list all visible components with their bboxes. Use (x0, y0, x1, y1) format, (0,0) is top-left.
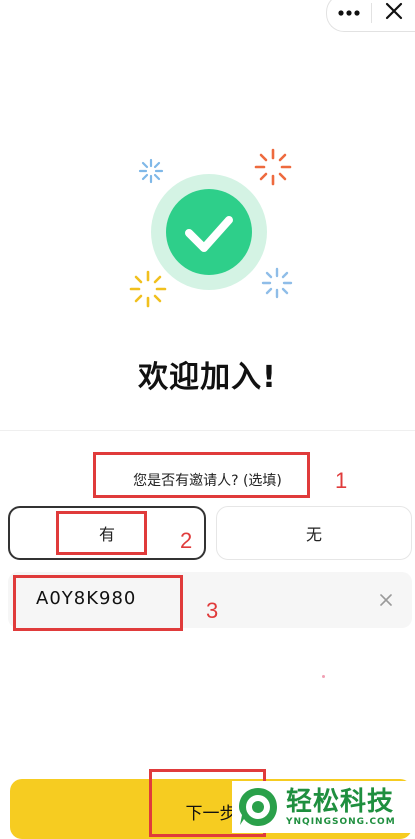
annotation-box-2 (56, 511, 147, 555)
site-watermark: 轻松科技 YNQINGSONG.COM (232, 781, 415, 833)
welcome-title: 欢迎加入! (138, 360, 277, 395)
watermark-text: 轻松科技 (286, 787, 395, 817)
sparkle-icon (129, 270, 167, 308)
sparkle-icon (254, 148, 292, 186)
annotation-number-3: 3 (206, 598, 219, 623)
option-no-button[interactable]: 无 (216, 506, 412, 560)
sparkle-icon (261, 267, 293, 299)
badge-ring (151, 174, 267, 290)
section-divider (0, 430, 415, 431)
clear-x-icon[interactable] (376, 590, 396, 610)
annotation-number-1: 1 (335, 468, 348, 493)
option-no-label: 无 (305, 525, 322, 544)
annotation-box-1 (93, 452, 310, 498)
watermark-url: YNQINGSONG.COM (286, 817, 396, 827)
sparkle-icon (138, 158, 164, 184)
decorative-dot (322, 675, 325, 678)
annotation-box-3 (13, 575, 183, 631)
annotation-number-2: 2 (180, 528, 193, 553)
watermark-logo-icon (239, 788, 277, 826)
